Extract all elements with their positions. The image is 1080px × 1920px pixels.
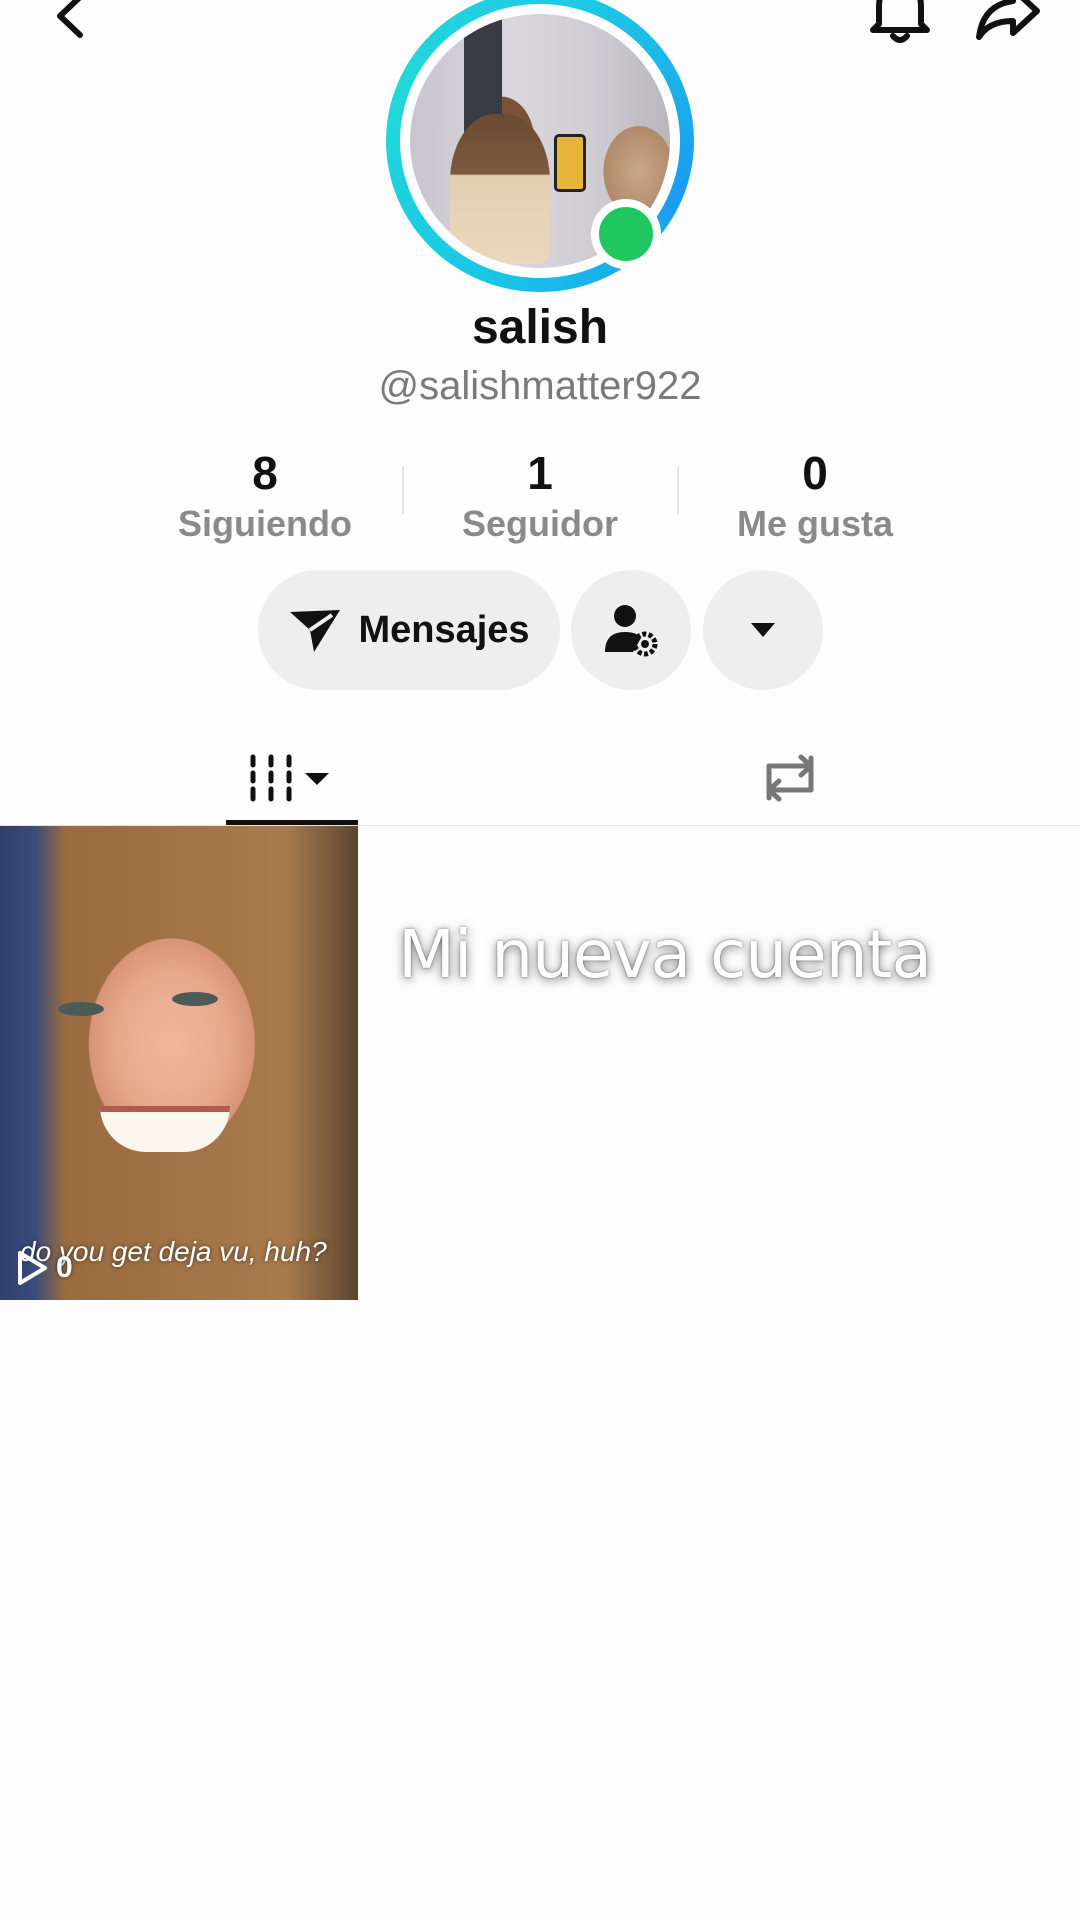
notifications-button[interactable] <box>862 0 938 48</box>
play-icon <box>18 1251 47 1285</box>
tab-reposts[interactable] <box>740 730 840 826</box>
stat-divider <box>677 466 679 514</box>
avatar-person <box>450 114 550 264</box>
repost-icon <box>766 754 814 802</box>
grid-icon <box>250 754 329 802</box>
user-settings-button[interactable] <box>571 570 691 690</box>
video-thumbnail[interactable]: do you get deja vu, huh? 0 <box>0 826 358 1300</box>
username: @salishmatter922 <box>378 364 702 408</box>
display-name: salish <box>471 301 609 354</box>
stat-divider <box>402 466 404 514</box>
stat-likes[interactable]: 0 Me gusta <box>695 445 935 547</box>
stat-value: 8 <box>252 447 278 499</box>
send-icon <box>290 610 341 652</box>
stat-followers[interactable]: 1 Seguidor <box>420 445 660 547</box>
messages-label: Mensajes <box>358 608 530 651</box>
back-button[interactable] <box>40 0 100 46</box>
view-count: 0 <box>56 1251 73 1284</box>
stat-label: Seguidor <box>461 503 618 544</box>
thumbnail-detail <box>58 1002 104 1016</box>
tab-videos[interactable] <box>226 730 358 826</box>
share-button[interactable] <box>968 0 1048 48</box>
stat-value: 0 <box>802 447 828 499</box>
user-gear-icon <box>605 605 658 657</box>
online-status-dot <box>591 199 661 269</box>
video-view-count: 0 <box>16 1250 73 1286</box>
bell-icon <box>870 0 930 43</box>
messages-button[interactable]: Mensajes <box>258 570 560 690</box>
thumbnail-detail <box>100 1106 230 1152</box>
overlay-caption: Mi nueva cuenta <box>398 916 932 993</box>
chevron-left-icon <box>57 0 83 38</box>
caret-down-icon <box>751 623 775 637</box>
more-options-button[interactable] <box>703 570 823 690</box>
stat-value: 1 <box>527 447 553 499</box>
thumbnail-detail <box>172 992 218 1006</box>
stat-label: Siguiendo <box>178 503 352 544</box>
stat-label: Me gusta <box>736 503 894 544</box>
avatar-phone <box>554 134 586 192</box>
stat-following[interactable]: 8 Siguiendo <box>145 445 385 547</box>
share-arrow-icon <box>976 0 1040 40</box>
